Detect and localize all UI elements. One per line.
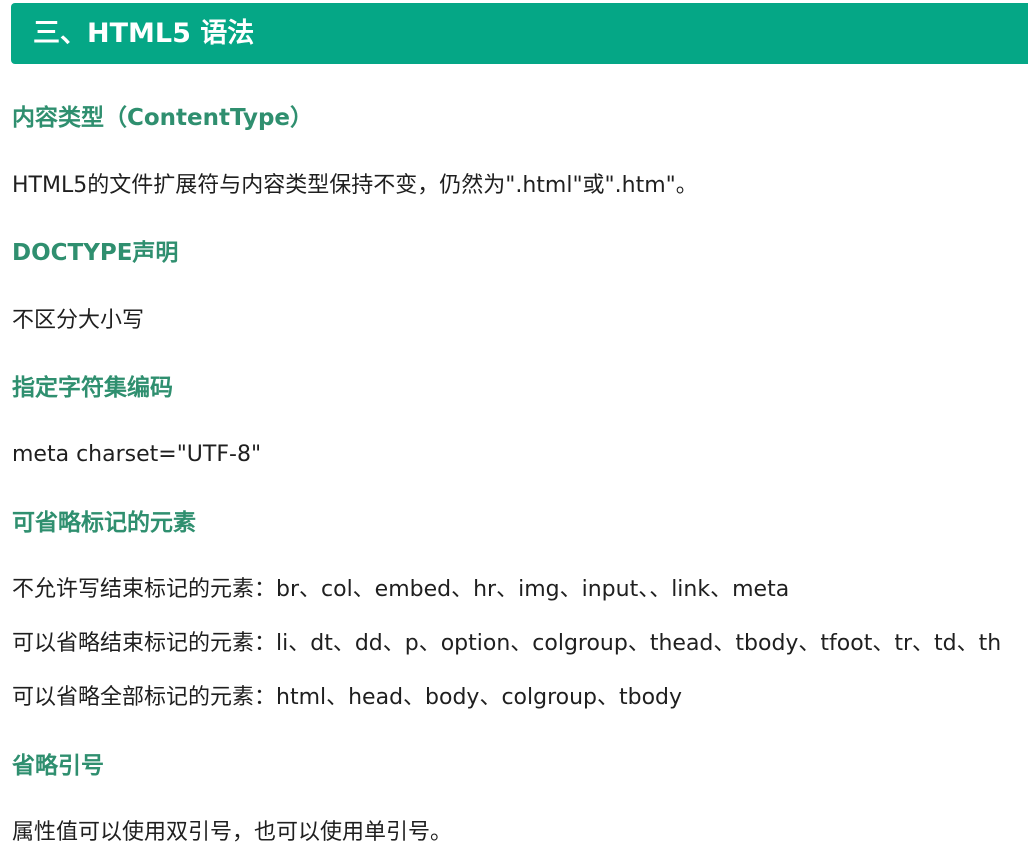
paragraph-quotes: 属性值可以使用双引号，也可以使用单引号。 (12, 820, 453, 845)
heading-omit-quotes: 省略引号 (12, 753, 104, 779)
paragraph-no-end-tag: 不允许写结束标记的元素：br、col、embed、hr、img、input、、l… (12, 577, 790, 602)
heading-content-type: 内容类型（ContentType） (12, 105, 314, 131)
paragraph-optional-end-tag: 可以省略结束标记的元素：li、dt、dd、p、option、colgroup、t… (12, 631, 1002, 656)
heading-omittable-elements: 可省略标记的元素 (12, 510, 196, 536)
paragraph-charset: meta charset="UTF-8" (12, 442, 262, 467)
heading-charset: 指定字符集编码 (12, 375, 173, 401)
section-banner: 三、HTML5 语法 (11, 3, 1028, 64)
section-title: 三、HTML5 语法 (33, 18, 255, 49)
paragraph-optional-all-tags: 可以省略全部标记的元素：html、head、body、colgroup、tbod… (12, 685, 683, 710)
paragraph-doctype: 不区分大小写 (12, 308, 145, 333)
paragraph-content-type: HTML5的文件扩展符与内容类型保持不变，仍然为".html"或".htm"。 (12, 173, 698, 198)
heading-doctype: DOCTYPE声明 (12, 240, 179, 266)
